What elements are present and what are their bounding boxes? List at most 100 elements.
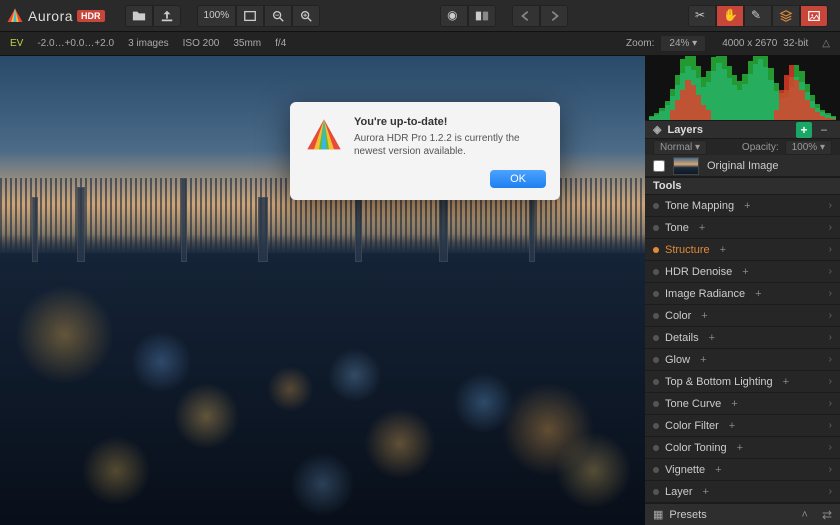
tool-item-glow[interactable]: Glow + ›: [645, 349, 840, 371]
opacity-value-dropdown[interactable]: 100% ▾: [785, 140, 832, 155]
top-toolbar: Aurora HDR 100% ◉ ✂ ✋ ✎: [0, 0, 840, 32]
tool-item-details[interactable]: Details + ›: [645, 327, 840, 349]
presets-grid-icon: ▦: [653, 508, 663, 521]
chevron-right-icon: ›: [829, 442, 832, 453]
undo-button[interactable]: [512, 5, 540, 27]
chevron-right-icon: ›: [829, 288, 832, 299]
app-name: Aurora: [28, 8, 73, 24]
tool-item-tone-curve[interactable]: Tone Curve+›: [645, 393, 840, 415]
hand-tool-button[interactable]: ✋: [716, 5, 744, 27]
plus-icon: +: [700, 354, 706, 366]
chevron-right-icon: ›: [829, 244, 832, 255]
app-badge: HDR: [77, 10, 105, 22]
plus-icon: +: [742, 266, 748, 278]
open-file-button[interactable]: [125, 5, 153, 27]
histogram-toggle-icon[interactable]: △: [822, 38, 830, 49]
remove-layer-button[interactable]: −: [816, 122, 832, 138]
image-tool-button[interactable]: [800, 5, 828, 27]
layer-row[interactable]: Original Image: [645, 155, 840, 177]
plus-icon: +: [744, 200, 750, 212]
presets-label: Presets: [669, 509, 706, 521]
ev-label: EV: [10, 38, 23, 49]
bullet-icon: [653, 423, 659, 429]
presets-expand-icon[interactable]: ˄: [802, 509, 808, 521]
redo-button[interactable]: [540, 5, 568, 27]
plus-icon: +: [709, 332, 715, 344]
bullet-icon: [653, 291, 659, 297]
chevron-right-icon: ›: [829, 354, 832, 365]
tool-item-color[interactable]: Color+›: [645, 305, 840, 327]
dialog-ok-button[interactable]: OK: [490, 170, 546, 188]
preview-eye-button[interactable]: ◉: [440, 5, 468, 27]
bullet-icon: [653, 225, 659, 231]
zoom-100-button[interactable]: 100%: [197, 5, 237, 27]
plus-icon: +: [729, 420, 735, 432]
bullet-icon: [653, 247, 659, 253]
focal-length: 35mm: [233, 38, 261, 49]
brush-tool-button[interactable]: ✎: [744, 5, 772, 27]
plus-icon: +: [737, 442, 743, 454]
aurora-app-icon: [304, 116, 344, 156]
bullet-icon: [653, 357, 659, 363]
layers-tool-button[interactable]: [772, 5, 800, 27]
zoom-in-button[interactable]: [292, 5, 320, 27]
bullet-icon: [653, 203, 659, 209]
tool-label: Vignette: [665, 464, 705, 476]
tool-item-structure[interactable]: Structure+›: [645, 239, 840, 261]
app-logo: Aurora HDR: [6, 7, 105, 25]
eye-icon[interactable]: ◈: [653, 123, 661, 136]
plus-icon: +: [755, 288, 761, 300]
bullet-icon: [653, 379, 659, 385]
tool-item-vignette[interactable]: Vignette+›: [645, 459, 840, 481]
layer-name: Original Image: [707, 160, 779, 172]
tool-item-top-bottom-lighting[interactable]: Top & Bottom Lighting + ›: [645, 371, 840, 393]
chevron-right-icon: ›: [829, 222, 832, 233]
tool-item-image-radiance[interactable]: Image Radiance+›: [645, 283, 840, 305]
plus-icon: +: [699, 222, 705, 234]
tools-panel-header: Tools: [645, 177, 840, 195]
tool-label: Details: [665, 332, 699, 344]
presets-bar[interactable]: ▦ Presets ˄ ⇄: [645, 503, 840, 525]
tool-label: Top & Bottom Lighting: [665, 376, 773, 388]
bullet-icon: [653, 313, 659, 319]
plus-icon: +: [783, 376, 789, 388]
tool-item-tone[interactable]: Tone+›: [645, 217, 840, 239]
layer-visibility-checkbox[interactable]: [653, 160, 665, 172]
blend-mode-dropdown[interactable]: Normal ▾: [653, 140, 707, 155]
bullet-icon: [653, 269, 659, 275]
tool-item-tone-mapping[interactable]: Tone Mapping+›: [645, 195, 840, 217]
compare-button[interactable]: [468, 5, 496, 27]
tool-item-color-toning[interactable]: Color Toning + ›: [645, 437, 840, 459]
ev-values: -2.0…+0.0…+2.0: [37, 38, 114, 49]
tool-label: Color Toning: [665, 442, 727, 454]
tool-label: Tone Mapping: [665, 200, 734, 212]
dialog-message: Aurora HDR Pro 1.2.2 is currently the ne…: [354, 132, 546, 158]
opacity-label: Opacity:: [742, 142, 779, 153]
plus-icon: +: [715, 464, 721, 476]
chevron-right-icon: ›: [829, 376, 832, 387]
bit-depth: 32-bit: [783, 38, 808, 49]
fit-screen-button[interactable]: [236, 5, 264, 27]
image-count: 3 images: [128, 38, 169, 49]
chevron-right-icon: ›: [829, 266, 832, 277]
crop-tool-button[interactable]: ✂: [688, 5, 716, 27]
zoom-value-dropdown[interactable]: 24% ▾: [660, 35, 706, 52]
aperture-value: f/4: [275, 38, 286, 49]
tool-item-hdr-denoise[interactable]: HDR Denoise + ›: [645, 261, 840, 283]
tool-label: Glow: [665, 354, 690, 366]
presets-shuffle-icon[interactable]: ⇄: [822, 508, 832, 522]
tool-item-layer[interactable]: Layer+›: [645, 481, 840, 503]
plus-icon: +: [731, 398, 737, 410]
tool-label: HDR Denoise: [665, 266, 732, 278]
histogram-panel[interactable]: [645, 56, 840, 120]
chevron-right-icon: ›: [829, 332, 832, 343]
zoom-out-button[interactable]: [264, 5, 292, 27]
bullet-icon: [653, 445, 659, 451]
image-dimensions: 4000 x 2670: [722, 38, 777, 49]
add-layer-button[interactable]: +: [796, 122, 812, 138]
plus-icon: +: [703, 486, 709, 498]
dialog-title: You're up-to-date!: [354, 116, 546, 128]
tool-item-color-filter[interactable]: Color Filter+›: [645, 415, 840, 437]
export-button[interactable]: [153, 5, 181, 27]
layers-panel-header: ◈ Layers + −: [645, 120, 840, 138]
